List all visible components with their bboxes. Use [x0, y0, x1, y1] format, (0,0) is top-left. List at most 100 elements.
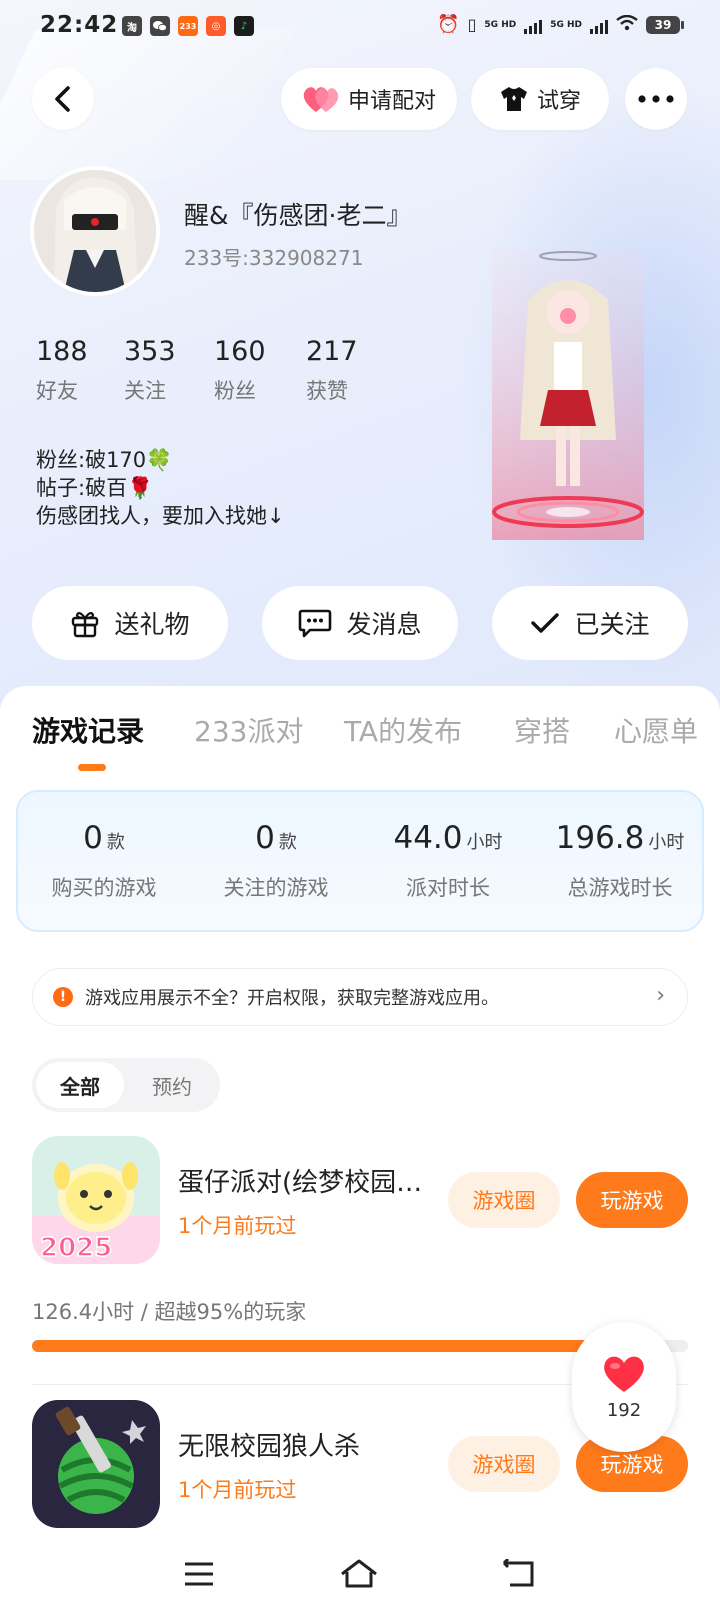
heart-icon — [303, 87, 339, 112]
send-message-button[interactable]: 发消息 — [262, 586, 458, 660]
stat-fans-count: 160 — [214, 336, 266, 367]
heart-icon — [604, 1356, 644, 1392]
tab-233-party[interactable]: 233派对 — [194, 710, 303, 750]
summary-purchased-count: 0 — [83, 820, 103, 856]
back-button[interactable] — [32, 68, 94, 130]
like-float-button[interactable]: 192 — [572, 1322, 676, 1452]
chevron-left-icon — [55, 86, 70, 112]
summary-total-time-value: 196.8 — [555, 820, 645, 856]
game-circle-button[interactable]: 游戏圈 — [448, 1436, 560, 1492]
status-indicators: ⏰ ▯ 5G HD 5G HD 39 — [437, 14, 684, 35]
game-icon-werewolf — [32, 1400, 160, 1528]
summary-party-time[interactable]: 44.0 小时 派对时长 — [362, 820, 534, 902]
stat-likes-count: 217 — [306, 336, 358, 367]
apply-pair-button[interactable]: 申请配对 — [281, 68, 457, 130]
taobao-icon: 淘 — [122, 16, 142, 36]
status-time: 22:42 — [40, 12, 119, 38]
tab-wishlist[interactable]: 心愿单 — [614, 710, 698, 750]
send-message-label: 发消息 — [346, 610, 422, 639]
more-button[interactable] — [625, 68, 687, 130]
avatar-3d-figure[interactable] — [468, 250, 668, 556]
tab-outfits[interactable]: 穿搭 — [514, 710, 570, 750]
system-nav-bar — [0, 1536, 720, 1612]
stat-likes-label: 获赞 — [306, 379, 348, 403]
game-icon-eggy-party: 2025 — [32, 1136, 160, 1264]
game-last-played: 1个月前玩过 — [178, 1478, 297, 1502]
menu-nav-button[interactable] — [174, 1554, 224, 1594]
game-circle-button[interactable]: 游戏圈 — [448, 1172, 560, 1228]
summary-total-time[interactable]: 196.8 小时 总游戏时长 — [534, 820, 706, 902]
followed-label: 已关注 — [574, 610, 650, 639]
permission-notice[interactable]: ! 游戏应用展示不全？开启权限，获取完整游戏应用。 › — [32, 968, 688, 1026]
signal-1-icon — [524, 16, 543, 34]
summary-followed-games[interactable]: 0款 关注的游戏 — [190, 820, 362, 902]
menu-icon — [185, 1562, 213, 1586]
stat-fans-label: 粉丝 — [214, 379, 256, 403]
send-gift-button[interactable]: 送礼物 — [32, 586, 228, 660]
wifi-icon — [616, 14, 638, 34]
svg-text:2025: 2025 — [40, 1233, 112, 1263]
game-play-time: 126.4小时 / 超越95%的玩家 — [32, 1300, 307, 1324]
tab-game-records[interactable]: 游戏记录 — [32, 710, 144, 750]
music-icon: ♪ — [234, 16, 254, 36]
tab-posts[interactable]: TA的发布 — [344, 710, 462, 750]
game-filter-segment: 全部 预约 — [32, 1058, 220, 1112]
back-nav-button[interactable] — [494, 1554, 544, 1594]
game-row[interactable]: 2025 蛋仔派对(绘梦校园… 1个月前玩过 游戏圈 玩游戏 — [0, 1136, 720, 1268]
profile-tabs: 游戏记录 233派对 TA的发布 穿搭 心愿单 — [0, 710, 720, 770]
status-app-icons: 淘 233 ◎ ♪ — [122, 16, 254, 36]
try-on-label: 试穿 — [536, 89, 581, 114]
summary-party-time-unit: 小时 — [466, 832, 503, 853]
summary-followed-count: 0 — [255, 820, 275, 856]
app-icon: ◎ — [206, 16, 226, 36]
summary-party-time-value: 44.0 — [393, 820, 463, 856]
network-label: 5G HD — [484, 19, 517, 30]
233-icon: 233 — [178, 16, 198, 36]
like-count: 192 — [606, 1399, 642, 1421]
game-name: 无限校园狼人杀 — [178, 1432, 361, 1462]
stat-following-count: 353 — [124, 336, 176, 367]
filter-reserve[interactable]: 预约 — [128, 1062, 216, 1108]
stat-friends-count: 188 — [36, 336, 88, 367]
warning-icon: ! — [53, 987, 73, 1007]
home-icon — [341, 1559, 377, 1588]
followed-button[interactable]: 已关注 — [492, 586, 688, 660]
battery-icon: 39 — [646, 15, 684, 34]
bio: 粉丝:破170🍀 帖子:破百🌹 伤感团找人，要加入找她↓ — [36, 446, 285, 530]
try-on-button[interactable]: 试穿 — [471, 68, 609, 130]
alarm-icon: ⏰ — [437, 14, 460, 35]
nickname: 醒&『伤感团·老二』 — [184, 201, 412, 230]
summary-total-time-label: 总游戏时长 — [567, 876, 673, 900]
send-gift-label: 送礼物 — [114, 610, 190, 639]
tshirt-icon — [500, 87, 527, 111]
apply-pair-label: 申请配对 — [347, 89, 436, 114]
more-dots-icon — [638, 95, 674, 103]
home-nav-button[interactable] — [334, 1554, 384, 1594]
back-arrow-icon — [502, 1559, 534, 1587]
status-bar: 22:42 淘 233 ◎ ♪ ⏰ ▯ 5G HD 5G HD 39 — [0, 0, 720, 56]
stat-friends-label: 好友 — [36, 379, 78, 403]
summary-total-time-unit: 小时 — [648, 832, 685, 853]
avatar-illustration — [34, 170, 156, 292]
stat-fans[interactable]: 160 粉丝 — [214, 336, 266, 405]
summary-party-time-label: 派对时长 — [406, 876, 490, 900]
wechat-icon — [150, 16, 170, 36]
play-game-button[interactable]: 玩游戏 — [576, 1172, 688, 1228]
check-icon — [531, 613, 560, 633]
active-tab-indicator — [78, 764, 106, 771]
summary-purchased-unit: 款 — [106, 832, 125, 853]
game-summary-card: 0款 购买的游戏 0款 关注的游戏 44.0 小时 派对时长 196.8 小时 总游… — [16, 790, 704, 932]
avatar[interactable] — [30, 166, 160, 296]
gift-icon — [72, 611, 99, 638]
play-time-progress-fill — [32, 1340, 656, 1352]
bio-line: 伤感团找人，要加入找她↓ — [36, 504, 285, 528]
bio-line: 粉丝:破170🍀 — [36, 448, 173, 472]
chat-bubble-icon — [299, 609, 332, 638]
summary-purchased-label: 购买的游戏 — [51, 876, 157, 900]
filter-all[interactable]: 全部 — [36, 1062, 124, 1108]
summary-purchased[interactable]: 0款 购买的游戏 — [18, 820, 190, 902]
stat-following[interactable]: 353 关注 — [124, 336, 176, 405]
stat-friends[interactable]: 188 好友 — [36, 336, 88, 405]
stat-likes[interactable]: 217 获赞 — [306, 336, 358, 405]
summary-followed-label: 关注的游戏 — [223, 876, 329, 900]
